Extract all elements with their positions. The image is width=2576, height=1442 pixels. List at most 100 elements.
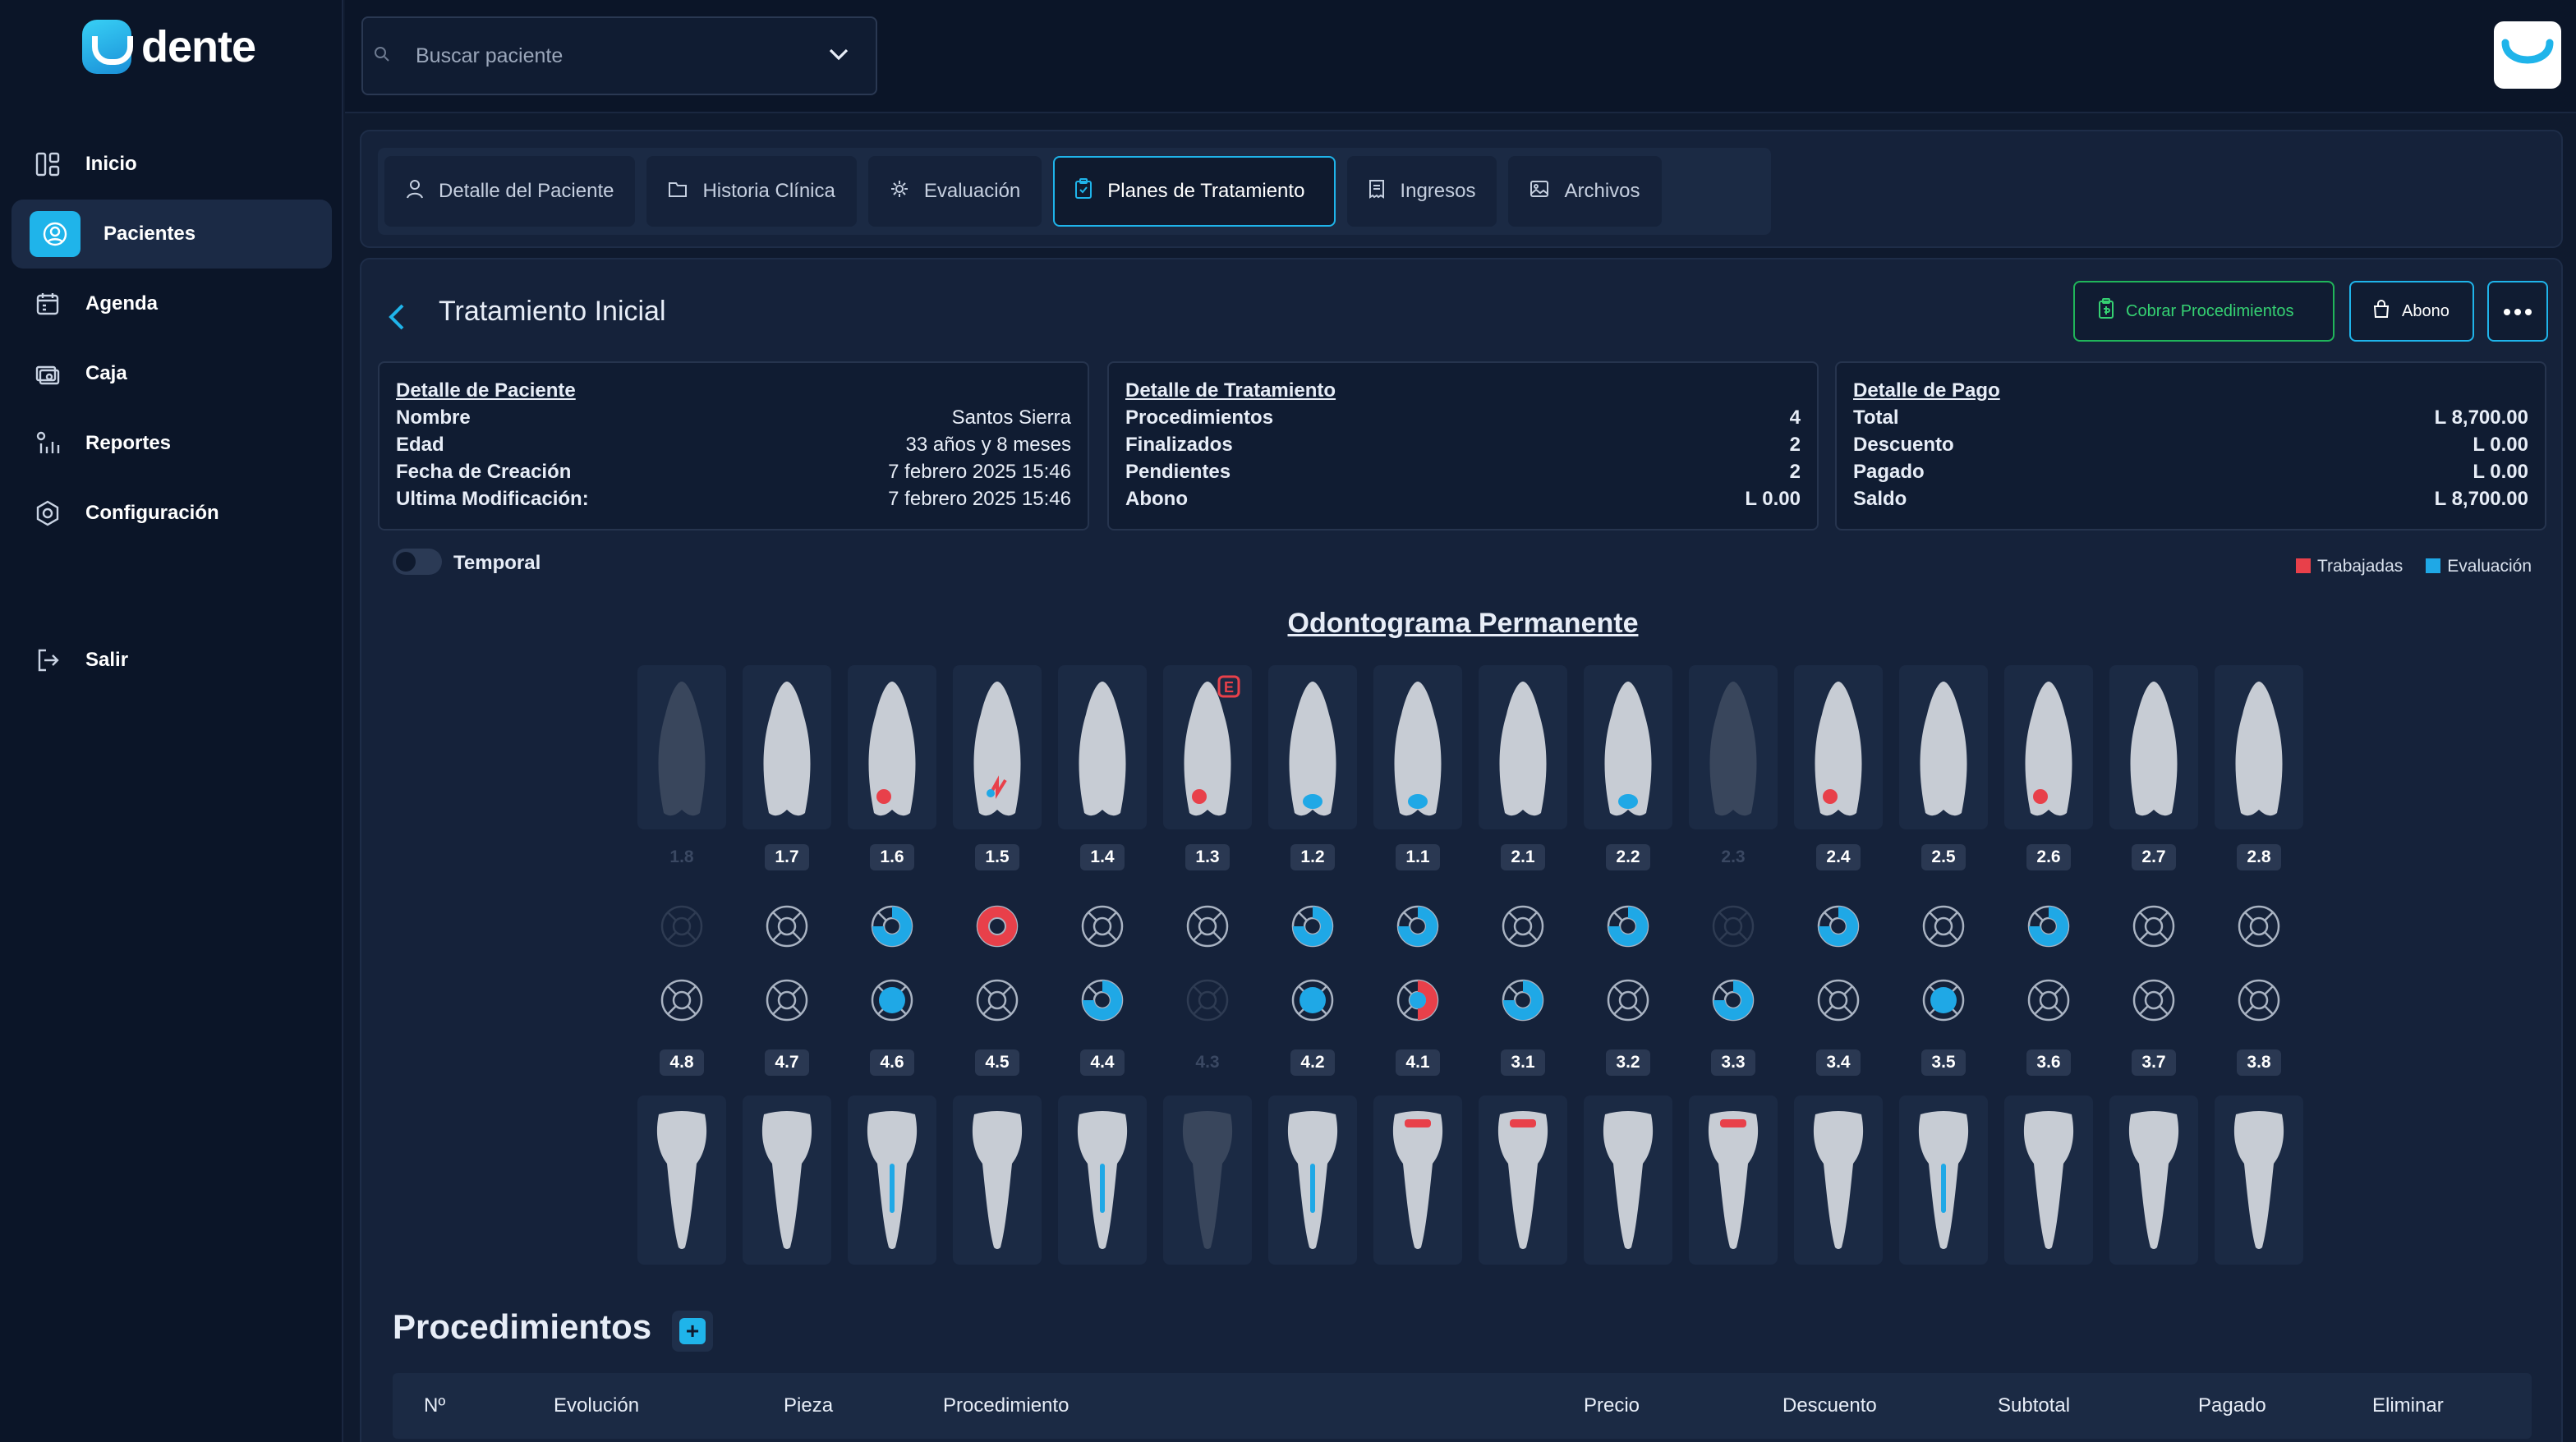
tooth-surface-selector[interactable] [2004, 897, 2093, 956]
tooth-surface-selector[interactable] [2109, 897, 2198, 956]
sidebar-item-agenda[interactable]: Agenda [12, 269, 332, 338]
tooth-1.2[interactable] [1268, 665, 1357, 829]
tooth-surface-selector[interactable] [1584, 897, 1672, 956]
tooth-number: 2.5 [1899, 844, 1988, 870]
tooth-4.4[interactable] [1058, 1095, 1147, 1265]
tooth-surface-selector[interactable] [637, 971, 726, 1030]
tooth-surface-selector[interactable] [1689, 971, 1778, 1030]
tooth-number-label: 4.4 [1080, 1049, 1125, 1076]
tooth-surface-selector[interactable] [1794, 971, 1883, 1030]
tooth-1.8[interactable] [637, 665, 726, 829]
tooth-2.4[interactable] [1794, 665, 1883, 829]
tooth-surface-selector[interactable] [1268, 971, 1357, 1030]
tooth-4.6[interactable] [848, 1095, 936, 1265]
tooth-surface-selector[interactable] [1479, 971, 1567, 1030]
tooth-1.5[interactable] [953, 665, 1042, 829]
reports-icon [33, 429, 62, 458]
chevron-left-icon [386, 301, 407, 338]
tooth-surface-selector[interactable] [1899, 897, 1988, 956]
tooth-3.1[interactable] [1479, 1095, 1567, 1265]
row-key: Ultima Modificación: [396, 488, 589, 510]
tooth-4.2[interactable] [1268, 1095, 1357, 1265]
tooth-number-label: 2.7 [2132, 844, 2176, 870]
tooth-surface-selector[interactable] [743, 971, 831, 1030]
tooth-3.5[interactable] [1899, 1095, 1988, 1265]
tab-archivos[interactable]: Archivos [1508, 156, 1662, 227]
back-button[interactable] [386, 294, 419, 343]
patient-search[interactable] [361, 16, 877, 95]
tooth-3.8[interactable] [2215, 1095, 2303, 1265]
tooth-3.7[interactable] [2109, 1095, 2198, 1265]
sidebar-item-reportes[interactable]: Reportes [12, 409, 332, 478]
tooth-surface-selector[interactable] [2109, 971, 2198, 1030]
tab-ingresos[interactable]: Ingresos [1347, 156, 1497, 227]
sidebar-item-caja[interactable]: Caja [12, 339, 332, 408]
tooth-surface-selector[interactable] [953, 897, 1042, 956]
tab-planes-tratamiento[interactable]: Planes de Tratamiento [1053, 156, 1336, 227]
tooth-surface-selector[interactable] [1058, 971, 1147, 1030]
tooth-4.7[interactable] [743, 1095, 831, 1265]
tooth-surface-selector[interactable] [848, 897, 936, 956]
add-procedure-button[interactable]: + [672, 1311, 713, 1352]
tooth-4.1[interactable] [1373, 1095, 1462, 1265]
avatar[interactable] [2494, 21, 2561, 89]
tooth-2.2[interactable] [1584, 665, 1672, 829]
sidebar-item-configuracion[interactable]: Configuración [12, 479, 332, 548]
tooth-2.5[interactable] [1899, 665, 1988, 829]
legend-trabajadas: Trabajadas [2295, 557, 2403, 576]
cobrar-procedimientos-button[interactable]: Cobrar Procedimientos [2073, 281, 2334, 342]
tab-historia-clinica[interactable]: Historia Clínica [646, 156, 857, 227]
logo[interactable]: dente [82, 18, 256, 76]
sidebar-item-pacientes[interactable]: Pacientes [12, 200, 332, 269]
tooth-surface-selector[interactable] [1689, 897, 1778, 956]
row-value: 7 febrero 2025 15:46 [888, 488, 1071, 510]
tooth-surface-selector[interactable] [637, 897, 726, 956]
tooth-surface-selector[interactable] [743, 897, 831, 956]
tooth-surface-selector[interactable] [1479, 897, 1567, 956]
tooth-surface-selector[interactable] [1163, 971, 1252, 1030]
tooth-surface-selector[interactable] [953, 971, 1042, 1030]
tab-label: Ingresos [1400, 180, 1476, 202]
more-options-button[interactable] [2487, 281, 2548, 342]
sidebar-item-inicio[interactable]: Inicio [12, 130, 332, 199]
tooth-4.3[interactable] [1163, 1095, 1252, 1265]
tooth-surface-selector[interactable] [1058, 897, 1147, 956]
tooth-1.6[interactable] [848, 665, 936, 829]
tooth-surface-selector[interactable] [1899, 971, 1988, 1030]
tooth-surface-selector[interactable] [1373, 971, 1462, 1030]
user-icon [406, 179, 424, 204]
tooth-surface-selector[interactable] [1163, 897, 1252, 956]
tooth-4.8[interactable] [637, 1095, 726, 1265]
tooth-1.1[interactable] [1373, 665, 1462, 829]
tooth-1.4[interactable] [1058, 665, 1147, 829]
logo-icon [82, 20, 133, 74]
tooth-3.4[interactable] [1794, 1095, 1883, 1265]
tooth-1.7[interactable] [743, 665, 831, 829]
tooth-2.3[interactable] [1689, 665, 1778, 829]
tooth-surface-selector[interactable] [1794, 897, 1883, 956]
logout-button[interactable]: Salir [12, 626, 332, 695]
tooth-3.2[interactable] [1584, 1095, 1672, 1265]
tooth-number: 4.8 [637, 1049, 726, 1076]
tab-detalle-paciente[interactable]: Detalle del Paciente [384, 156, 636, 227]
tooth-3.3[interactable] [1689, 1095, 1778, 1265]
tooth-surface-selector[interactable] [1373, 897, 1462, 956]
tooth-surface-selector[interactable] [2004, 971, 2093, 1030]
search-input[interactable] [391, 44, 826, 68]
tooth-surface-selector[interactable] [2215, 897, 2303, 956]
tooth-1.3[interactable]: E [1163, 665, 1252, 829]
tooth-surface-selector[interactable] [1584, 971, 1672, 1030]
tooth-2.8[interactable] [2215, 665, 2303, 829]
tooth-2.7[interactable] [2109, 665, 2198, 829]
tooth-surface-selector[interactable] [1268, 897, 1357, 956]
tooth-4.5[interactable] [953, 1095, 1042, 1265]
abono-button[interactable]: Abono [2349, 281, 2474, 342]
tooth-surface-selector[interactable] [2215, 971, 2303, 1030]
tooth-2.6[interactable] [2004, 665, 2093, 829]
chevron-down-icon[interactable] [826, 46, 851, 67]
tooth-3.6[interactable] [2004, 1095, 2093, 1265]
tooth-surface-selector[interactable] [848, 971, 936, 1030]
tooth-2.1[interactable] [1479, 665, 1567, 829]
temporal-toggle[interactable] [393, 549, 442, 575]
tab-evaluacion[interactable]: Evaluación [867, 156, 1042, 227]
